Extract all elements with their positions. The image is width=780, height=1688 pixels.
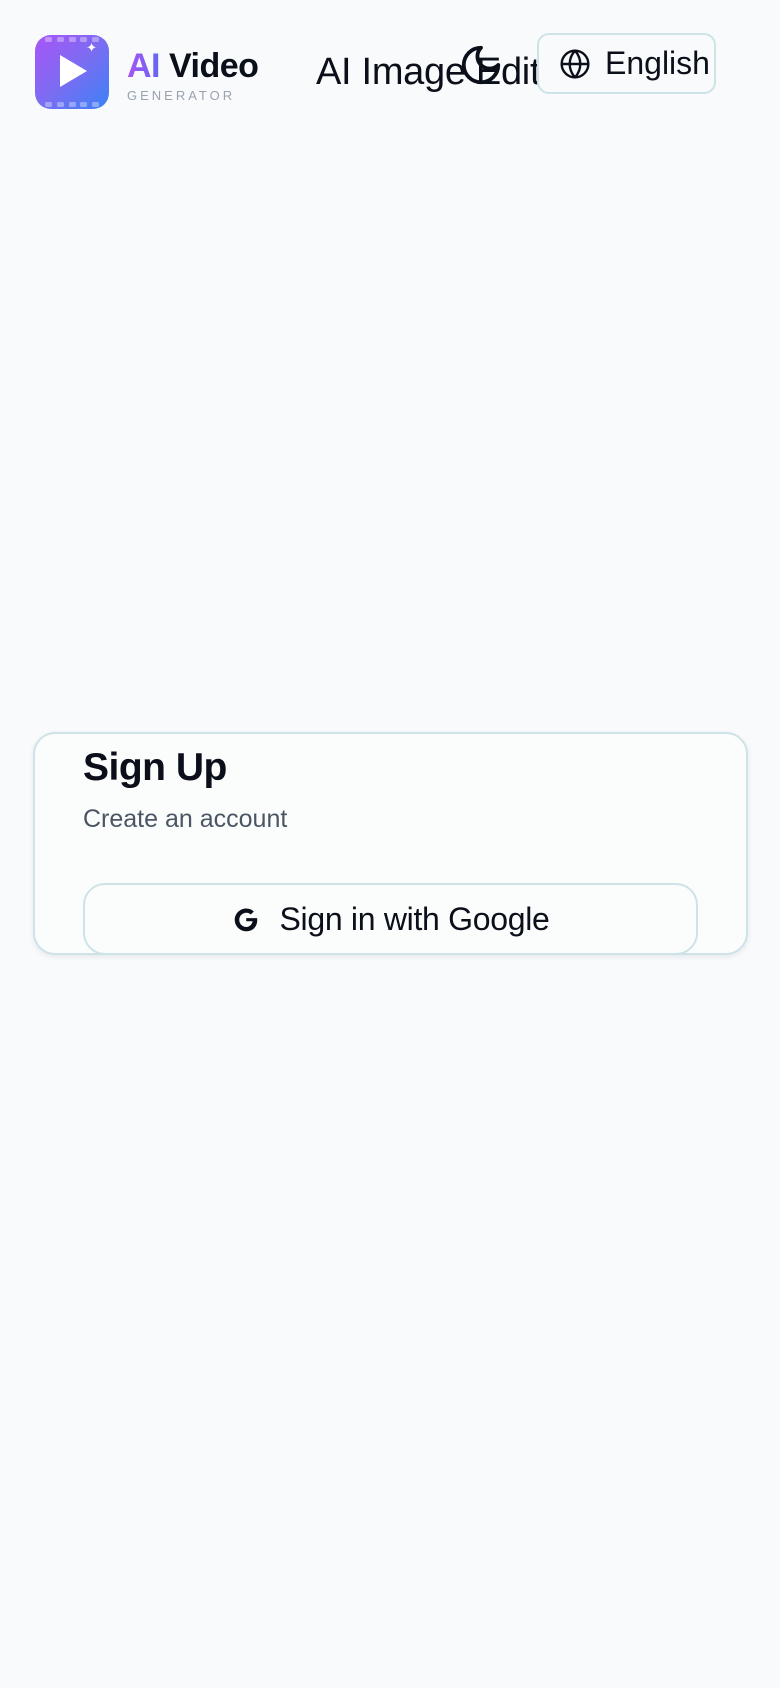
brand-name: AI Video <box>127 47 259 85</box>
sparkle-icon: ✦ <box>86 41 97 56</box>
top-bar: ✦ AI Video GENERATOR AI Image Edit Engli… <box>0 0 780 130</box>
brand-wordmark[interactable]: AI Video GENERATOR <box>127 47 259 103</box>
nav-link-ai-image-edit[interactable]: AI Image Edit <box>316 48 541 96</box>
signup-title: Sign Up <box>83 746 227 789</box>
signup-card: Sign Up Create an account Sign in with G… <box>33 732 748 955</box>
brand-tagline: GENERATOR <box>127 88 236 103</box>
moon-icon <box>461 45 501 85</box>
google-icon <box>235 908 258 932</box>
language-label: English <box>605 45 710 81</box>
theme-toggle-button[interactable] <box>458 42 504 88</box>
globe-icon <box>560 48 590 79</box>
play-video-icon <box>60 55 87 87</box>
google-signin-button[interactable]: Sign in with Google <box>83 883 698 955</box>
google-signin-label: Sign in with Google <box>279 900 550 937</box>
film-strip-bottom <box>45 102 99 107</box>
app-logo[interactable]: ✦ <box>35 35 109 109</box>
brand-name-main: Video <box>168 47 259 85</box>
signup-subtitle: Create an account <box>83 805 288 833</box>
language-selector[interactable]: English <box>537 33 716 94</box>
brand-name-accent: AI <box>127 47 161 85</box>
